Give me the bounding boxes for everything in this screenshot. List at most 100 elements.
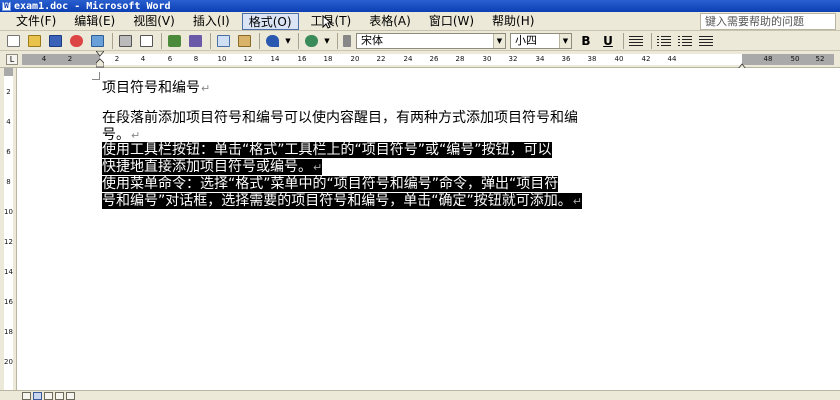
globe-icon[interactable] (302, 33, 320, 49)
selected-text: 使用菜单命令：选择“格式”菜单中的“项目符号和编号”命令，弹出“项目符 (102, 176, 559, 192)
style-pane-icon[interactable] (341, 33, 353, 49)
chevron-down-icon[interactable]: ▼ (493, 33, 505, 48)
vruler-tick-label: 18 (4, 328, 13, 336)
underline-button[interactable]: U (598, 33, 618, 49)
undo-icon[interactable] (263, 33, 281, 49)
title-bar: exam1.doc - Microsoft Word (0, 0, 840, 12)
paragraph-mark: ↵ (131, 129, 141, 142)
document-page[interactable]: 项目符号和编号↵ 在段落前添加项目符号和编号可以使内容醒目，有两种方式添加项目符… (18, 68, 840, 390)
ruler-tick-label: 38 (587, 55, 597, 63)
vruler-tick-label: 6 (6, 148, 11, 156)
ruler-tick-label: 28 (455, 55, 465, 63)
window-title: exam1.doc - Microsoft Word (14, 0, 171, 12)
font-size-select[interactable]: 小四 ▼ (510, 32, 572, 49)
tab-stop-selector[interactable]: L (6, 54, 18, 65)
ruler-tick-label: 50 (790, 55, 800, 63)
view-mode-bar (0, 390, 840, 400)
vruler-top-margin (4, 68, 13, 76)
vertical-ruler[interactable]: 2 4 6 8 10 12 14 16 18 20 (0, 68, 17, 390)
menu-bar: 文件(F) 编辑(E) 视图(V) 插入(I) 格式(O) 工具(T) 表格(A… (0, 12, 840, 31)
ruler-tick-label: 48 (763, 55, 773, 63)
print-preview-icon[interactable] (137, 33, 155, 49)
ruler-tick-label: 40 (614, 55, 624, 63)
research-icon[interactable] (186, 33, 204, 49)
print-icon[interactable] (116, 33, 134, 49)
bold-button[interactable]: B (576, 33, 596, 49)
paste-icon[interactable] (235, 33, 253, 49)
vruler-tick-label: 20 (4, 358, 13, 366)
vruler-strip (4, 68, 13, 390)
menu-view[interactable]: 视图(V) (127, 13, 181, 30)
vruler-tick-label: 2 (6, 88, 11, 96)
paragraph-mark: ↵ (313, 161, 323, 174)
toolbar-separator (259, 32, 260, 49)
permission-icon[interactable] (67, 33, 85, 49)
paragraph-1-line-1[interactable]: 在段落前添加项目符号和编号可以使内容醒目，有两种方式添加项目符号和编 (102, 110, 578, 127)
copy-icon[interactable] (214, 33, 232, 49)
menu-insert[interactable]: 插入(I) (187, 13, 236, 30)
toolbar-separator (337, 32, 338, 49)
ruler-tick-label: 2 (114, 55, 120, 63)
horizontal-ruler[interactable]: L 4 2 2 4 6 8 10 12 14 16 18 20 22 24 26 28 30 32 34 36 38 40… (0, 50, 840, 70)
menu-file[interactable]: 文件(F) (10, 13, 62, 30)
ruler-tick-label: 12 (243, 55, 253, 63)
font-name-select[interactable]: 宋体 ▼ (356, 32, 506, 49)
ruler-tick-label: 6 (167, 55, 173, 63)
margin-corner-mark (92, 72, 100, 80)
toolbar-options-icon[interactable]: ▼ (323, 33, 331, 49)
ruler-tick-label: 22 (376, 55, 386, 63)
menu-window[interactable]: 窗口(W) (423, 13, 480, 30)
web-layout-icon[interactable] (33, 391, 42, 400)
normal-view-icon[interactable] (22, 391, 31, 400)
new-document-icon[interactable] (4, 33, 22, 49)
document-heading[interactable]: 项目符号和编号↵ (102, 80, 210, 97)
print-layout-icon[interactable] (44, 391, 53, 400)
reading-layout-icon[interactable] (66, 391, 75, 400)
right-indent-marker-icon[interactable] (737, 59, 747, 70)
outline-view-icon[interactable] (55, 391, 64, 400)
ruler-tick-label: 8 (193, 55, 199, 63)
ruler-left-margin (22, 54, 100, 65)
bullets-icon[interactable] (676, 33, 694, 49)
ruler-tick-label: 4 (140, 55, 146, 63)
email-icon[interactable] (88, 33, 106, 49)
ruler-tick-label: 16 (297, 55, 307, 63)
help-search-input[interactable]: 键入需要帮助的问题 (700, 13, 836, 30)
ruler-tick-label: 44 (667, 55, 677, 63)
numbering-icon[interactable] (655, 33, 673, 49)
menu-edit[interactable]: 编辑(E) (68, 13, 121, 30)
chevron-down-icon[interactable]: ▼ (559, 33, 571, 48)
indent-marker-icon[interactable] (95, 50, 105, 68)
align-justify-icon[interactable] (627, 33, 645, 49)
paragraph-mark: ↵ (572, 195, 582, 208)
spelling-icon[interactable] (165, 33, 183, 49)
ruler-tick-label: 10 (217, 55, 227, 63)
vruler-tick-label: 8 (6, 178, 11, 186)
paragraph-1-text-2: 号。 (102, 127, 130, 143)
paragraph-3-line-1[interactable]: 使用菜单命令：选择“格式”菜单中的“项目符号和编号”命令，弹出“项目符 (102, 176, 559, 193)
ruler-tick-label: 26 (429, 55, 439, 63)
save-icon[interactable] (46, 33, 64, 49)
toolbar: ▼ ▼ 宋体 ▼ 小四 ▼ B U (0, 31, 840, 51)
ruler-tick-label: 4 (41, 55, 47, 63)
open-folder-icon[interactable] (25, 33, 43, 49)
vruler-tick-label: 10 (4, 208, 13, 216)
paragraph-mark: ↵ (201, 82, 211, 95)
vruler-tick-label: 4 (6, 118, 11, 126)
paragraph-3-text-2: 号和编号”对话框，选择需要的项目符号和编号，单击“确定”按钮就可添加。 (102, 193, 572, 209)
selected-text: 快捷地直接添加项目符号或编号。↵ (102, 159, 323, 175)
ruler-tick-label: 2 (67, 55, 73, 63)
paragraph-2-line-2[interactable]: 快捷地直接添加项目符号或编号。↵ (102, 159, 323, 176)
decrease-indent-icon[interactable] (697, 33, 715, 49)
toolbar-separator (298, 32, 299, 49)
menu-format[interactable]: 格式(O) (241, 12, 299, 30)
paragraph-3-line-2[interactable]: 号和编号”对话框，选择需要的项目符号和编号，单击“确定”按钮就可添加。↵ (102, 193, 582, 210)
paragraph-2-line-1[interactable]: 使用工具栏按钮：单击“格式”工具栏上的“项目符号”或“编号”按钮，可以 (102, 142, 552, 159)
menu-help[interactable]: 帮助(H) (486, 13, 540, 30)
menu-table[interactable]: 表格(A) (363, 13, 417, 30)
toolbar-separator (651, 32, 652, 49)
toolbar-separator (210, 32, 211, 49)
undo-dropdown-icon[interactable]: ▼ (284, 33, 292, 49)
vruler-tick-label: 14 (4, 268, 13, 276)
paragraph-2-text-2: 快捷地直接添加项目符号或编号。 (102, 159, 312, 175)
